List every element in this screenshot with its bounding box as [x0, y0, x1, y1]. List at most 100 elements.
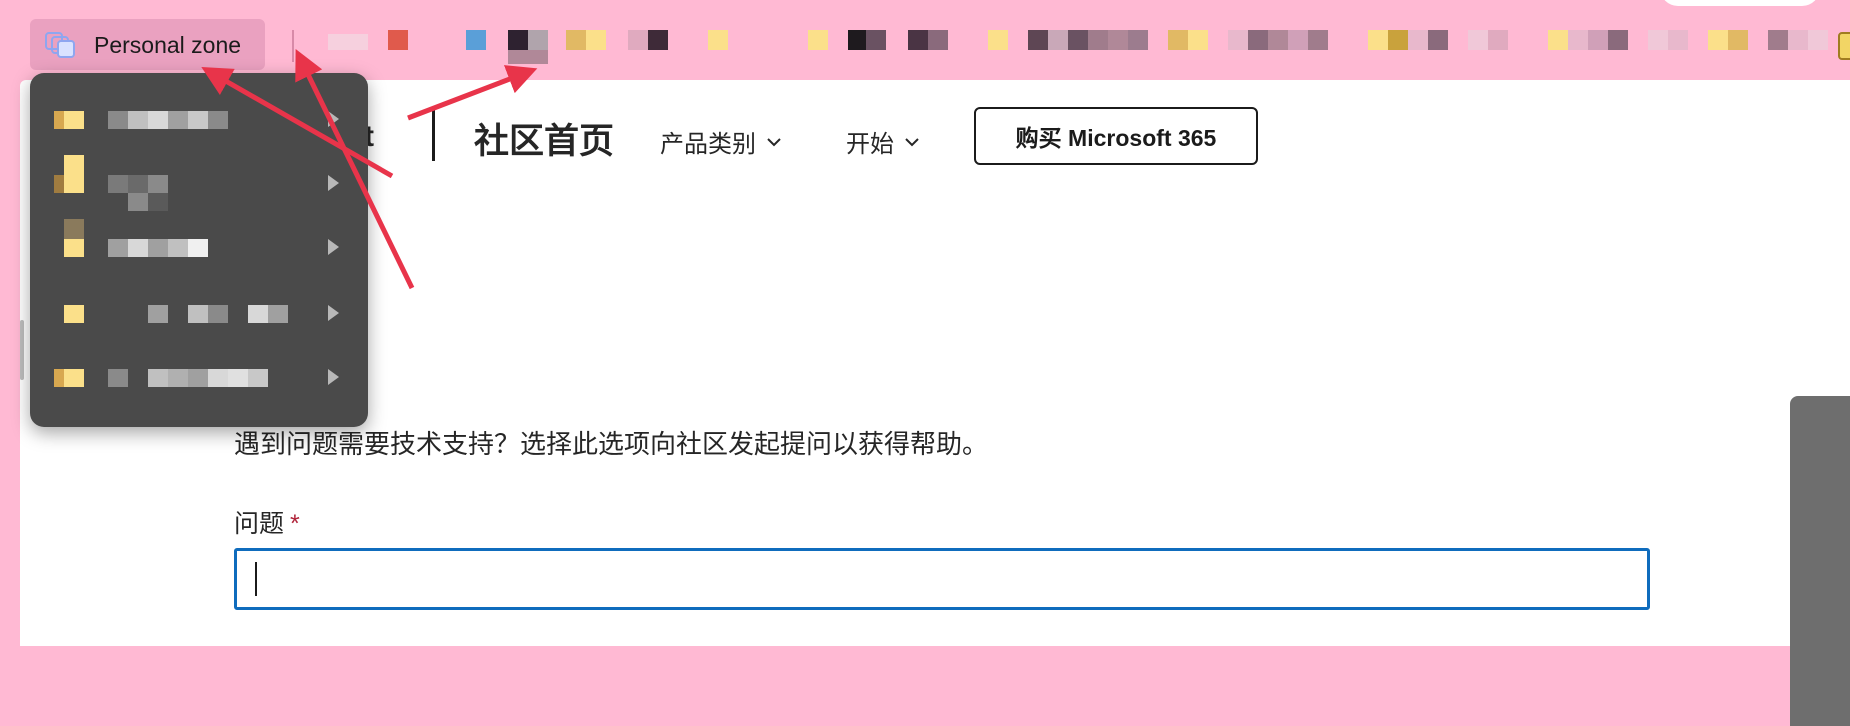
submenu-arrow-icon: [328, 369, 339, 385]
pixel-block: [1288, 30, 1308, 50]
pixel-block: [586, 30, 606, 50]
side-info-panel: 页 注 所 息: [1790, 396, 1850, 726]
pixel-block: [1708, 30, 1728, 50]
pixel-block: [1308, 30, 1328, 50]
pixel-block: [148, 305, 168, 323]
page-edge-handle: [20, 320, 24, 380]
pixel-block: [908, 30, 928, 50]
pixel-block: [188, 369, 208, 387]
pixel-block: [1168, 30, 1188, 50]
pixel-block: [1608, 30, 1628, 50]
pixel-block: [808, 30, 828, 50]
pixel-block: [128, 239, 148, 257]
pixel-block: [466, 30, 486, 50]
pixel-block: [1408, 30, 1428, 50]
ask-question-description: 遇到问题需要技术支持？选择此选项向社区发起提问以获得帮助。: [234, 429, 989, 459]
folder-icon[interactable]: [1838, 32, 1850, 60]
pixel-block: [108, 111, 128, 129]
pixel-block: [208, 369, 228, 387]
pixel-block: [168, 111, 188, 129]
header-divider: [432, 110, 435, 161]
pixel-block: [128, 175, 148, 193]
menu-item[interactable]: [30, 349, 368, 405]
menu-item[interactable]: [30, 219, 368, 275]
pixel-block: [168, 239, 188, 257]
pixel-block: [928, 30, 948, 50]
buy-microsoft-365-button[interactable]: 购买 Microsoft 365: [974, 107, 1258, 165]
personal-zone-button[interactable]: Personal zone: [30, 19, 265, 70]
pixel-block: [528, 30, 548, 50]
pixel-block: [628, 30, 648, 50]
community-home-link[interactable]: 社区首页: [474, 113, 614, 164]
pixel-block: [1228, 30, 1248, 50]
pixel-block: [1788, 30, 1808, 50]
question-label-text: 问题: [234, 510, 285, 538]
pixel-block: [1588, 30, 1608, 50]
nav-product-categories[interactable]: 产品类别: [660, 124, 782, 159]
pixel-block: [208, 305, 228, 323]
pixel-block: [148, 175, 168, 193]
pixel-block: [228, 369, 248, 387]
pixel-block: [1768, 30, 1788, 50]
pixel-block: [1128, 30, 1148, 50]
submenu-arrow-icon: [328, 305, 339, 321]
pixel-block: [1388, 30, 1408, 50]
required-marker: *: [290, 510, 300, 538]
pixel-block: [1108, 30, 1128, 50]
pixel-block: [1048, 30, 1068, 50]
pixel-block: [108, 369, 128, 387]
pixel-block: [648, 30, 668, 50]
pixel-block: [1428, 30, 1448, 50]
pixel-block: [1268, 30, 1288, 50]
submenu-arrow-icon: [328, 111, 339, 127]
pixel-block: [64, 111, 84, 129]
pixel-block: [64, 305, 84, 323]
nav-product-categories-label: 产品类别: [660, 131, 756, 158]
pixel-block: [1028, 30, 1048, 50]
pixel-block: [268, 305, 288, 323]
pixel-block: [708, 30, 728, 50]
pixel-block: [328, 34, 368, 50]
pixel-block: [1568, 30, 1588, 50]
pixel-block: [64, 175, 84, 193]
pixel-block: [188, 239, 208, 257]
bookmarks-bar: Personal zone: [0, 0, 1850, 80]
pixel-block: [148, 239, 168, 257]
pixel-block: [108, 175, 128, 193]
submenu-arrow-icon: [328, 239, 339, 255]
pixel-block: [108, 239, 128, 257]
pixel-block: [128, 111, 148, 129]
question-input[interactable]: [234, 548, 1650, 610]
nav-get-started[interactable]: 开始: [846, 124, 920, 159]
pixel-block: [1088, 30, 1108, 50]
pixel-block: [566, 30, 586, 50]
chevron-down-icon: [905, 137, 919, 146]
pixel-block: [248, 369, 268, 387]
personal-zone-dropdown: [30, 73, 368, 427]
pixel-block: [128, 193, 148, 211]
stacked-squares-icon: [45, 32, 75, 58]
pixel-block: [1368, 30, 1388, 50]
pixel-block: [1648, 30, 1668, 50]
pixel-block: [1068, 30, 1088, 50]
submenu-arrow-icon: [328, 175, 339, 191]
personal-zone-label: Personal zone: [94, 32, 242, 58]
pixel-block: [64, 369, 84, 387]
menu-item[interactable]: [30, 285, 368, 341]
pixel-block: [508, 30, 528, 50]
pixel-block: [508, 50, 548, 64]
pixel-block: [188, 305, 208, 323]
menu-item[interactable]: [30, 91, 368, 147]
pixel-block: [388, 30, 408, 50]
text-caret: [255, 562, 257, 596]
menu-item[interactable]: [30, 155, 368, 211]
nav-get-started-label: 开始: [846, 131, 894, 158]
pixel-block: [866, 30, 886, 50]
active-tab-edge: [1660, 0, 1820, 6]
pixel-block: [1728, 30, 1748, 50]
pixel-block: [988, 30, 1008, 50]
pixel-block: [64, 155, 84, 175]
pixel-block: [148, 111, 168, 129]
pixel-block: [148, 369, 168, 387]
question-field-label: 问题 *: [234, 504, 300, 540]
